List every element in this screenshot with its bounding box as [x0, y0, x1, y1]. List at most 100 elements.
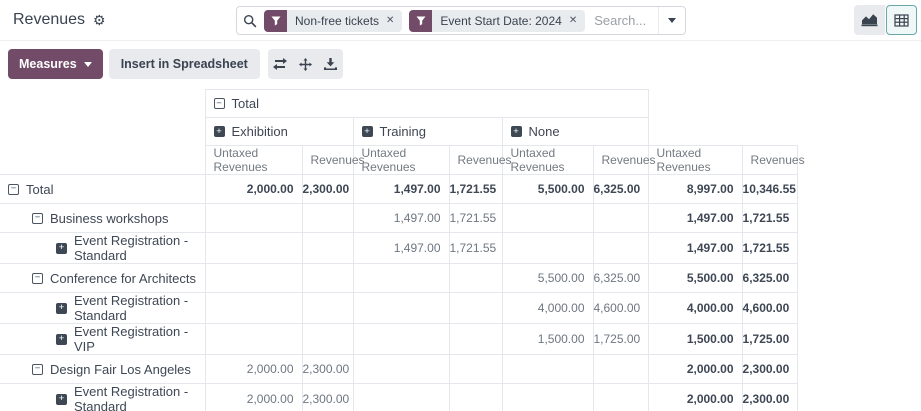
download-icon: [324, 58, 337, 70]
pivot-value-cell: [205, 233, 302, 264]
breadcrumb: Revenues ⚙: [13, 0, 106, 40]
measure-header[interactable]: Revenues: [742, 146, 797, 175]
measure-header[interactable]: Untaxed Revenues: [353, 146, 449, 175]
pivot-value-cell: [593, 384, 648, 411]
pivot-row-header[interactable]: −Total: [0, 175, 205, 204]
pivot-value-cell: [302, 324, 353, 355]
pivot-value-cell: 2,300.00: [302, 355, 353, 384]
pivot-value-cell: 4,600.00: [593, 293, 648, 324]
pivot-value-cell: 1,500.00: [502, 324, 593, 355]
gear-icon[interactable]: ⚙: [93, 13, 106, 27]
plus-square-icon: +: [214, 126, 225, 137]
measure-header[interactable]: Revenues: [593, 146, 648, 175]
minus-square-icon: −: [32, 273, 43, 284]
pivot-row-header[interactable]: −Design Fair Los Angeles: [0, 355, 205, 384]
download-button[interactable]: [318, 49, 343, 79]
col-group-total[interactable]: − Total: [205, 90, 648, 118]
plus-square-icon: +: [362, 126, 373, 137]
expand-all-button[interactable]: [293, 49, 318, 79]
pivot-value-cell: [502, 233, 593, 264]
pivot-value-cell: 1,725.00: [742, 324, 797, 355]
pivot-value-cell: [302, 293, 353, 324]
row-label: Event Registration - Standard: [74, 233, 205, 263]
pivot-value-cell: 6,325.00: [742, 264, 797, 293]
pivot-row-header[interactable]: + Event Registration - VIP: [0, 324, 205, 355]
measure-header[interactable]: Untaxed Revenues: [205, 146, 302, 175]
view-switcher: [854, 5, 917, 35]
minus-square-icon: −: [214, 98, 225, 109]
plus-square-icon: +: [56, 303, 67, 314]
pivot-value-cell: 2,300.00: [742, 384, 797, 411]
pivot-value-cell: [353, 264, 449, 293]
col-group-label: None: [529, 124, 560, 139]
pivot-measures-row: Untaxed RevenuesRevenuesUntaxed Revenues…: [0, 146, 797, 175]
pivot-value-cell: [502, 384, 593, 411]
measure-header[interactable]: Revenues: [302, 146, 353, 175]
pivot-row-header[interactable]: + Event Registration - Standard: [0, 233, 205, 264]
pivot-header-blank: [648, 118, 797, 146]
pivot-value-cell: 1,497.00: [648, 233, 742, 264]
pivot-row-header[interactable]: + Event Registration - Standard: [0, 293, 205, 324]
pivot-value-cell: [449, 293, 502, 324]
search-options-toggle[interactable]: [658, 7, 685, 34]
pivot-view-button[interactable]: [886, 5, 917, 35]
pivot-value-cell: 1,497.00: [648, 204, 742, 233]
search-bar[interactable]: Non-free tickets ✕ Event Start Date: 202…: [236, 6, 686, 35]
flip-axis-icon: [272, 58, 288, 70]
measures-button[interactable]: Measures: [8, 49, 103, 79]
row-label: Event Registration - Standard: [74, 293, 205, 323]
plus-square-icon: +: [56, 243, 67, 254]
pivot-value-cell: 1,497.00: [353, 233, 449, 264]
pivot-value-cell: [302, 264, 353, 293]
graph-icon: [861, 13, 878, 27]
pivot-row: −Business workshops1,497.001,721.551,497…: [0, 204, 797, 233]
pivot-row: + Event Registration - Standard 1,497.00 1,…: [0, 233, 797, 264]
filter-facet-non-free-tickets[interactable]: Non-free tickets ✕: [264, 10, 402, 32]
filter-facet-event-start-date[interactable]: Event Start Date: 2024 ✕: [409, 10, 585, 32]
pivot-value-cell: 10,346.55: [742, 175, 797, 204]
row-label: Total: [26, 182, 53, 197]
plus-square-icon: +: [511, 126, 522, 137]
pivot-value-cell: 8,997.00: [648, 175, 742, 204]
search-input[interactable]: Search...: [594, 13, 658, 28]
col-group-label: Total: [232, 96, 259, 111]
pivot-value-cell: 5,500.00: [648, 264, 742, 293]
pivot-value-cell: 5,500.00: [502, 264, 593, 293]
pivot-corner-blank: [0, 90, 205, 118]
pivot-row: −Total2,000.002,300.001,497.001,721.555,…: [0, 175, 797, 204]
pivot-icon: [894, 14, 909, 27]
pivot-row: −Conference for Architects5,500.006,325.…: [0, 264, 797, 293]
pivot-row-header[interactable]: −Business workshops: [0, 204, 205, 233]
pivot-value-cell: [449, 324, 502, 355]
graph-view-button[interactable]: [854, 5, 885, 35]
pivot-row-header[interactable]: +Event Registration - Standard: [0, 384, 205, 411]
flip-axis-button[interactable]: [268, 49, 293, 79]
row-label: Event Registration - VIP: [74, 324, 205, 354]
measure-header[interactable]: Untaxed Revenues: [502, 146, 593, 175]
pivot-value-cell: 2,000.00: [648, 384, 742, 411]
pivot-value-cell: 1,725.00: [593, 324, 648, 355]
plus-square-icon: +: [56, 334, 67, 345]
facet-label: Event Start Date: 2024: [440, 14, 561, 28]
pivot-table: − Total + Exhibition + Training: [0, 89, 798, 411]
col-group-exhibition[interactable]: + Exhibition: [205, 118, 353, 146]
pivot-value-cell: [449, 355, 502, 384]
col-group-training[interactable]: + Training: [353, 118, 502, 146]
insert-in-spreadsheet-button[interactable]: Insert in Spreadsheet: [109, 49, 260, 79]
col-group-label: Training: [380, 124, 426, 139]
facet-close-icon[interactable]: ✕: [386, 15, 394, 26]
pivot-value-cell: [302, 233, 353, 264]
row-label: Conference for Architects: [50, 271, 196, 286]
pivot-value-cell: 2,300.00: [302, 384, 353, 411]
measure-header[interactable]: Revenues: [449, 146, 502, 175]
pivot-value-cell: 2,000.00: [648, 355, 742, 384]
pivot-value-cell: 1,497.00: [353, 175, 449, 204]
measure-header[interactable]: Untaxed Revenues: [648, 146, 742, 175]
col-group-none[interactable]: + None: [502, 118, 648, 146]
pivot-row-header[interactable]: −Conference for Architects: [0, 264, 205, 293]
facet-close-icon[interactable]: ✕: [569, 15, 577, 26]
pivot-value-cell: 2,000.00: [205, 175, 302, 204]
pivot-value-cell: 2,300.00: [742, 355, 797, 384]
pivot-header-blank: [648, 90, 797, 118]
pivot-value-cell: 2,000.00: [205, 384, 302, 411]
